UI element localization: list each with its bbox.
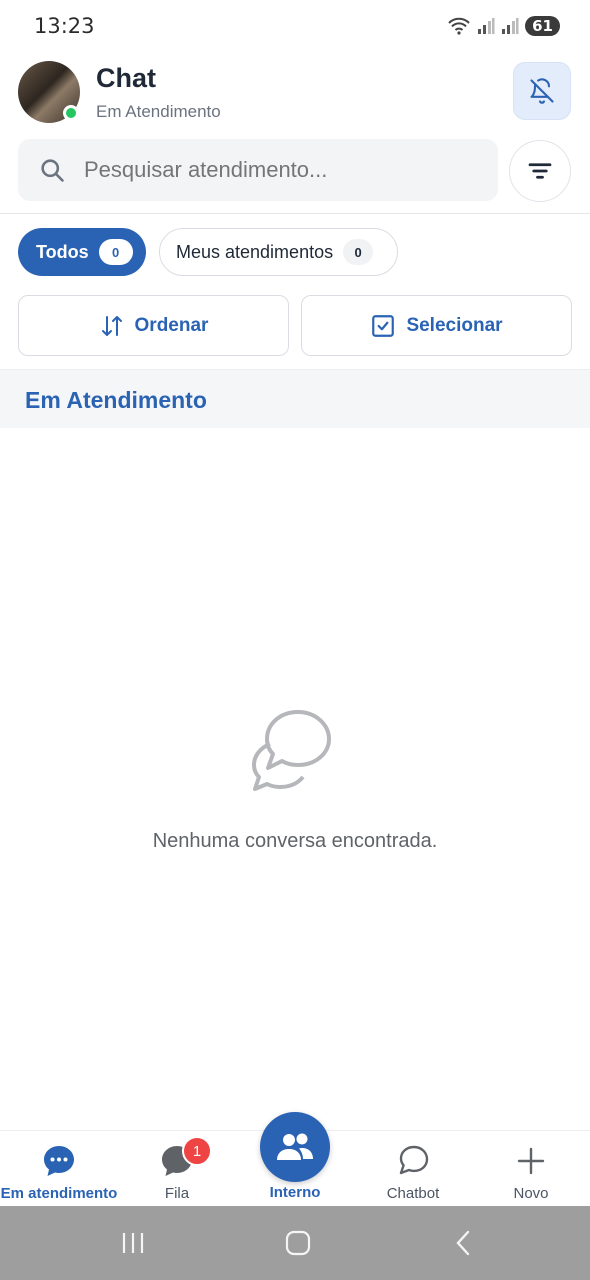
chat-bubbles-icon bbox=[252, 710, 331, 791]
status-bar: 13:23 61 bbox=[0, 0, 590, 56]
order-button[interactable]: Ordenar bbox=[18, 295, 289, 356]
empty-state-message: Nenhuma conversa encontrada. bbox=[152, 830, 438, 852]
sort-arrows-icon bbox=[101, 315, 122, 336]
select-button-label: Selecionar bbox=[406, 314, 503, 336]
back-icon bbox=[456, 1230, 470, 1256]
home-icon bbox=[285, 1230, 311, 1256]
chat-dots-icon bbox=[41, 1143, 77, 1179]
queue-count-badge: 1 bbox=[182, 1136, 212, 1166]
search-box bbox=[18, 139, 498, 201]
online-status-dot bbox=[63, 105, 79, 121]
tab-my-attendances-label: Meus atendimentos bbox=[176, 241, 334, 262]
page-subtitle: Em Atendimento bbox=[96, 102, 221, 121]
status-time: 13:23 bbox=[34, 14, 95, 38]
filter-button[interactable] bbox=[509, 140, 571, 202]
section-title: Em Atendimento bbox=[25, 387, 207, 413]
nav-label-queue: Fila bbox=[164, 1185, 190, 1202]
back-button[interactable] bbox=[443, 1228, 483, 1258]
recent-apps-button[interactable] bbox=[113, 1228, 153, 1258]
divider bbox=[0, 213, 590, 214]
checkbox-icon bbox=[372, 314, 395, 337]
tab-all[interactable]: Todos 0 bbox=[18, 228, 146, 276]
home-button[interactable] bbox=[278, 1228, 318, 1258]
header: Chat Em Atendimento bbox=[0, 58, 590, 130]
nav-item-in-service[interactable]: Em atendimento bbox=[0, 1131, 118, 1207]
nav-item-new[interactable]: Novo bbox=[472, 1131, 590, 1207]
filter-icon bbox=[528, 163, 552, 179]
nav-label-new: Novo bbox=[513, 1185, 549, 1202]
page-title: Chat bbox=[96, 63, 156, 93]
notifications-off-button[interactable] bbox=[513, 62, 571, 120]
select-button[interactable]: Selecionar bbox=[301, 295, 572, 356]
system-navigation-bar bbox=[0, 1206, 590, 1280]
wifi-icon bbox=[448, 17, 470, 35]
status-icons: 61 bbox=[447, 16, 560, 36]
users-icon bbox=[277, 1133, 313, 1160]
tab-all-count: 0 bbox=[98, 239, 133, 265]
signal-icon-2 bbox=[502, 18, 519, 34]
signal-icon bbox=[478, 18, 495, 34]
nav-label-internal: Interno bbox=[269, 1184, 321, 1201]
section-header: Em Atendimento bbox=[0, 369, 590, 428]
nav-item-queue[interactable]: 1 Fila bbox=[118, 1131, 236, 1207]
search-icon bbox=[38, 155, 68, 185]
nav-label-chatbot: Chatbot bbox=[386, 1185, 440, 1202]
battery-indicator: 61 bbox=[525, 16, 560, 36]
tab-all-label: Todos bbox=[36, 241, 89, 262]
bell-off-icon bbox=[530, 78, 554, 104]
search-input[interactable] bbox=[84, 157, 474, 183]
internal-fab-button[interactable] bbox=[260, 1112, 330, 1182]
plus-icon bbox=[513, 1143, 549, 1179]
tab-my-attendances[interactable]: Meus atendimentos 0 bbox=[159, 228, 398, 276]
nav-item-chatbot[interactable]: Chatbot bbox=[354, 1131, 472, 1207]
nav-label-in-service: Em atendimento bbox=[0, 1185, 118, 1202]
chat-outline-icon bbox=[395, 1143, 431, 1179]
tab-my-attendances-count: 0 bbox=[343, 239, 374, 265]
order-button-label: Ordenar bbox=[134, 314, 209, 336]
recent-apps-icon bbox=[122, 1233, 144, 1253]
